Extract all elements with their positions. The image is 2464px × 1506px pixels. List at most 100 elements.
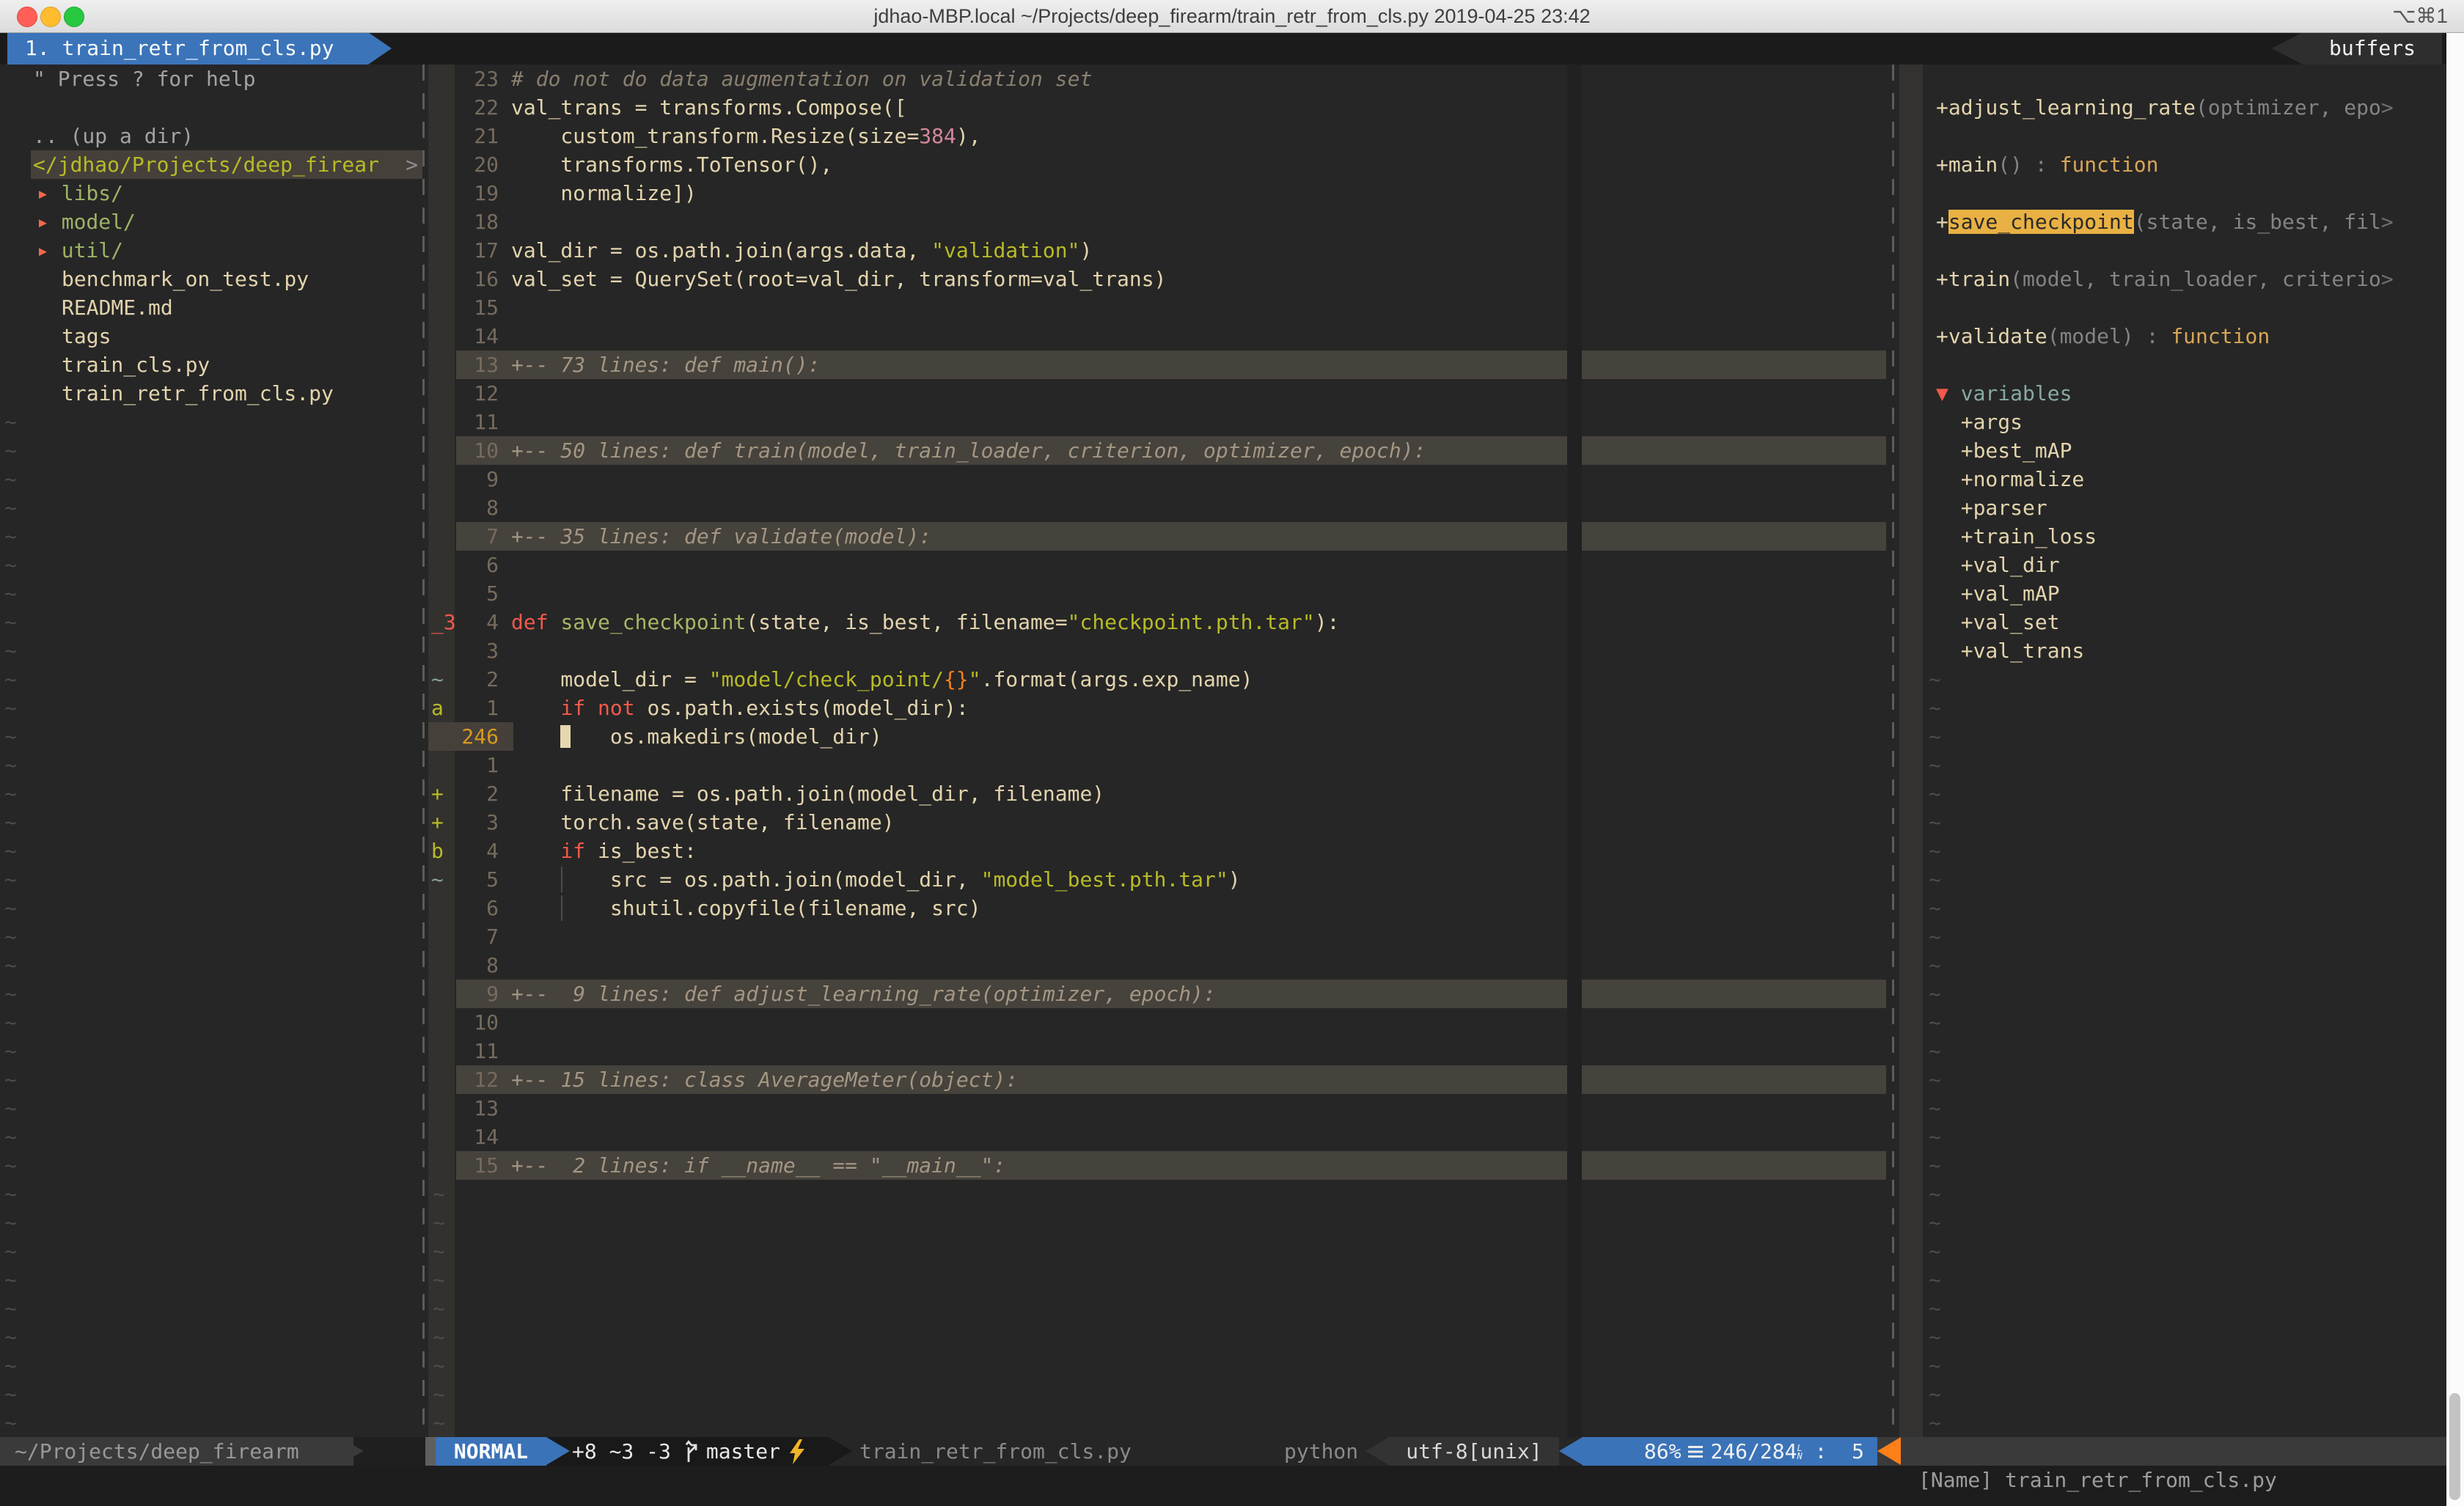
editor-fold-line[interactable]: 10+-- 50 lines: def train(model, train_l…	[428, 436, 1892, 465]
empty-line-tilde: ~	[4, 779, 17, 808]
window-title: jdhao-MBP.local ~/Projects/deep_firearm/…	[0, 0, 2464, 32]
editor-line[interactable]: 4def save_checkpoint(state, is_best, fil…	[428, 608, 1892, 636]
lightning-icon	[786, 1439, 807, 1464]
editor-line[interactable]: 5	[428, 579, 1892, 608]
empty-line-tilde: ~	[4, 408, 17, 436]
editor-line[interactable]: 18	[428, 207, 1892, 236]
empty-line-tilde: ~	[1929, 1380, 1941, 1408]
nerdtree-item[interactable]: train_cls.py	[0, 350, 422, 379]
tagbar-item[interactable]: ▼ variables	[1895, 379, 2464, 408]
nerdtree-item[interactable]: README.md	[0, 293, 422, 322]
empty-line-tilde: ~	[1929, 1351, 1941, 1380]
nerdtree-item[interactable]: .. (up a dir)	[0, 122, 422, 150]
editor-line[interactable]: 21 custom_transform.Resize(size=384),	[428, 122, 1892, 150]
editor-line[interactable]: 16val_set = QuerySet(root=val_dir, trans…	[428, 265, 1892, 293]
editor-line[interactable]: 11	[428, 408, 1892, 436]
editor-fold-line[interactable]: 15+-- 2 lines: if __name__ == "__main__"…	[428, 1151, 1892, 1180]
line-number: 11	[428, 408, 499, 436]
editor-line[interactable]: 19 normalize])	[428, 179, 1892, 207]
editor-fold-line[interactable]: 12+-- 15 lines: class AverageMeter(objec…	[428, 1065, 1892, 1094]
scrollbar-thumb[interactable]	[2449, 1393, 2460, 1500]
editor-line[interactable]: 6 shutil.copyfile(filename, src)	[428, 894, 1892, 922]
tagbar-item[interactable]: +save_checkpoint(state, is_best, fil>	[1895, 207, 2464, 236]
empty-line-tilde: ~	[4, 694, 17, 722]
editor-line[interactable]: 1 if not os.path.exists(model_dir):	[428, 694, 1892, 722]
editor-line[interactable]: 3	[428, 636, 1892, 665]
editor-line[interactable]: 8	[428, 951, 1892, 980]
tagbar-item[interactable]: +val_mAP	[1895, 579, 2464, 608]
editor-line[interactable]: 2 model_dir = "model/check_point/{}".for…	[428, 665, 1892, 694]
tagbar-item[interactable]: +adjust_learning_rate(optimizer, epo>	[1895, 93, 2464, 122]
empty-line-tilde: ~	[4, 1351, 17, 1380]
editor-fold-line[interactable]: 13+-- 73 lines: def main():	[428, 350, 1892, 379]
window-separator-right[interactable]	[1892, 65, 1894, 1437]
tagbar-item[interactable]: +train(model, train_loader, criterio>	[1895, 265, 2464, 293]
editor-line[interactable]: 5 src = os.path.join(model_dir, "model_b…	[428, 865, 1892, 894]
editor-line[interactable]: 22val_trans = transforms.Compose([	[428, 93, 1892, 122]
scrollbar-track[interactable]	[2446, 32, 2464, 1506]
empty-line-tilde: ~	[4, 1237, 17, 1266]
tagbar-item[interactable]: +args	[1895, 408, 2464, 436]
editor-line[interactable]: 23# do not do data augmentation on valid…	[428, 65, 1892, 93]
empty-line-tilde: ~	[4, 608, 17, 636]
empty-line-tilde: ~	[433, 1208, 445, 1237]
line-number: 20	[428, 150, 499, 179]
empty-line-tilde: ~	[1929, 1008, 1941, 1037]
editor-line[interactable]: 12	[428, 379, 1892, 408]
buffers-arrow-separator	[2272, 32, 2303, 65]
nerdtree-item[interactable]: ▸ model/	[0, 207, 422, 236]
tagbar-item[interactable]: +main() : function	[1895, 150, 2464, 179]
tagbar-item[interactable]: +normalize	[1895, 465, 2464, 493]
line-number: 11	[428, 1037, 499, 1065]
editor-line[interactable]: 6	[428, 551, 1892, 579]
tagbar-item[interactable]: +val_dir	[1895, 551, 2464, 579]
tagbar-item[interactable]: +train_loss	[1895, 522, 2464, 551]
editor-line[interactable]: 10	[428, 1008, 1892, 1037]
lines-icon	[1688, 1446, 1703, 1458]
line-number: 8	[428, 951, 499, 980]
editor-line[interactable]: 11	[428, 1037, 1892, 1065]
powerline-arrow	[1559, 1437, 1583, 1465]
editor-line[interactable]: 4 if is_best:	[428, 837, 1892, 865]
window-separator-left[interactable]	[422, 65, 425, 1437]
editor-line[interactable]: 20 transforms.ToTensor(),	[428, 150, 1892, 179]
empty-line-tilde: ~	[4, 980, 17, 1008]
editor-line[interactable]: 246 os.makedirs(model_dir)	[428, 722, 1892, 751]
tagbar-item[interactable]: +validate(model) : function	[1895, 322, 2464, 350]
editor-line[interactable]: 2 filename = os.path.join(model_dir, fil…	[428, 779, 1892, 808]
tagbar-item[interactable]: +val_set	[1895, 608, 2464, 636]
empty-line-tilde: ~	[4, 1037, 17, 1065]
editor-line[interactable]: 14	[428, 1123, 1892, 1151]
line-number: 6	[428, 551, 499, 579]
empty-line-tilde: ~	[1929, 951, 1941, 980]
tagbar-item[interactable]: +val_trans	[1895, 636, 2464, 665]
editor-line[interactable]: 13	[428, 1094, 1892, 1123]
editor-fold-line[interactable]: 9+-- 9 lines: def adjust_learning_rate(o…	[428, 980, 1892, 1008]
empty-line-tilde: ~	[1929, 865, 1941, 894]
editor-line[interactable]: 8	[428, 493, 1892, 522]
nerdtree-item[interactable]: benchmark_on_test.py	[0, 265, 422, 293]
editor-line[interactable]: 9	[428, 465, 1892, 493]
editor-fold-line[interactable]: 7+-- 35 lines: def validate(model):	[428, 522, 1892, 551]
tagbar-item[interactable]: +best_mAP	[1895, 436, 2464, 465]
line-number: 5	[428, 579, 499, 608]
line-number: 7	[428, 522, 499, 551]
nerdtree-item[interactable]: ▸ util/	[0, 236, 422, 265]
editor-line[interactable]: 17val_dir = os.path.join(args.data, "val…	[428, 236, 1892, 265]
cursor-block	[560, 725, 571, 748]
editor-line[interactable]: 14	[428, 322, 1892, 350]
tagbar-item[interactable]: +parser	[1895, 493, 2464, 522]
nerdtree-root-item[interactable]: </jdhao/Projects/deep_firear>	[0, 150, 422, 179]
nerdtree-item[interactable]: tags	[0, 322, 422, 350]
nerdtree-item[interactable]: " Press ? for help	[0, 65, 422, 93]
editor-line[interactable]: 15	[428, 293, 1892, 322]
editor-line[interactable]: 1	[428, 751, 1892, 779]
nerdtree-item[interactable]: train_retr_from_cls.py	[0, 379, 422, 408]
nerdtree-item[interactable]: ▸ libs/	[0, 179, 422, 207]
editor-line[interactable]: 7	[428, 922, 1892, 951]
empty-line-tilde: ~	[1929, 894, 1941, 922]
empty-line-tilde: ~	[4, 636, 17, 665]
statusline-encoding: utf-8[unix]	[1389, 1437, 1559, 1466]
editor-line[interactable]: 3 torch.save(state, filename)	[428, 808, 1892, 837]
tab-active[interactable]: 1. train_retr_from_cls.py	[7, 32, 368, 65]
